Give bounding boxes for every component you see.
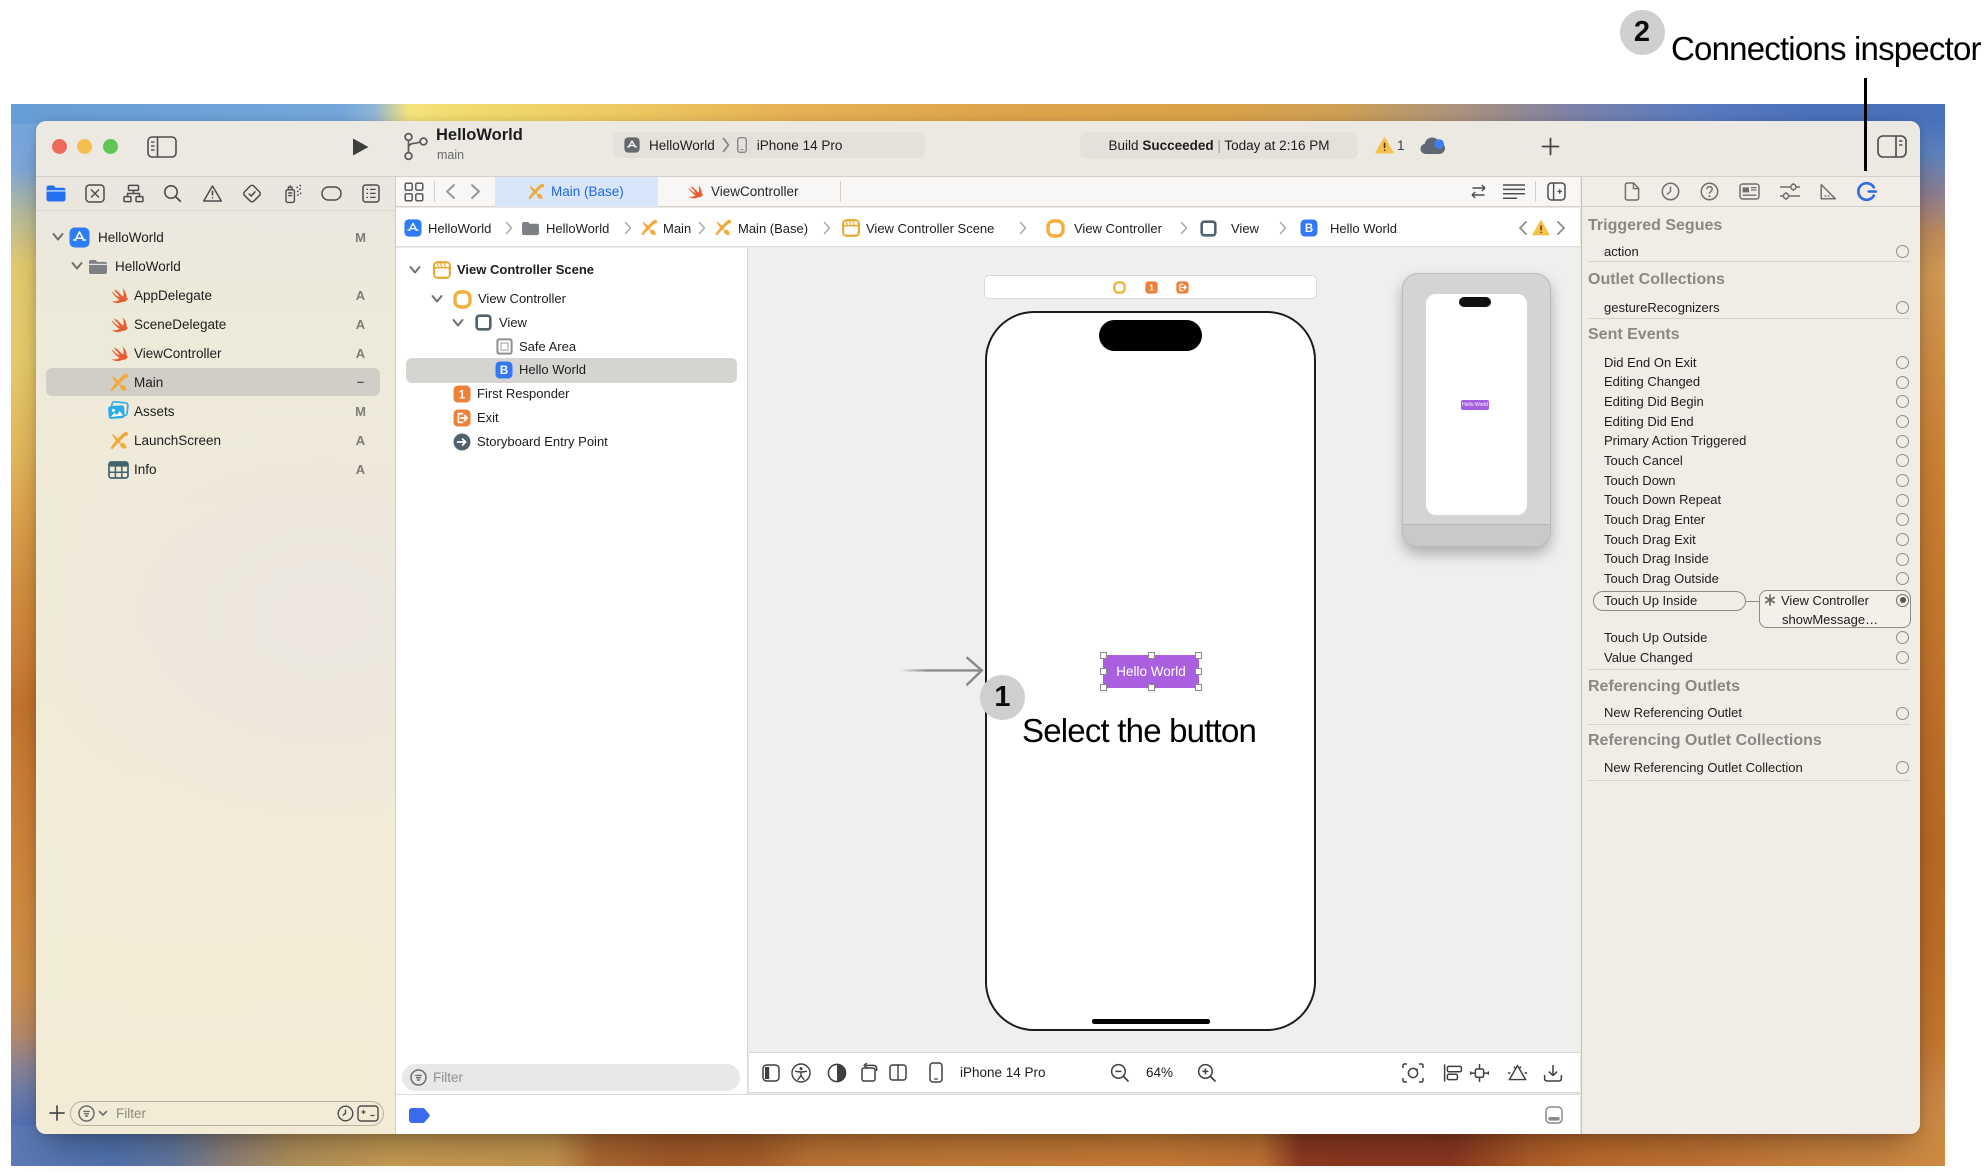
svg-text:1: 1 [1149,283,1154,293]
svg-text:1: 1 [459,389,466,401]
svg-text:B: B [1305,223,1313,235]
